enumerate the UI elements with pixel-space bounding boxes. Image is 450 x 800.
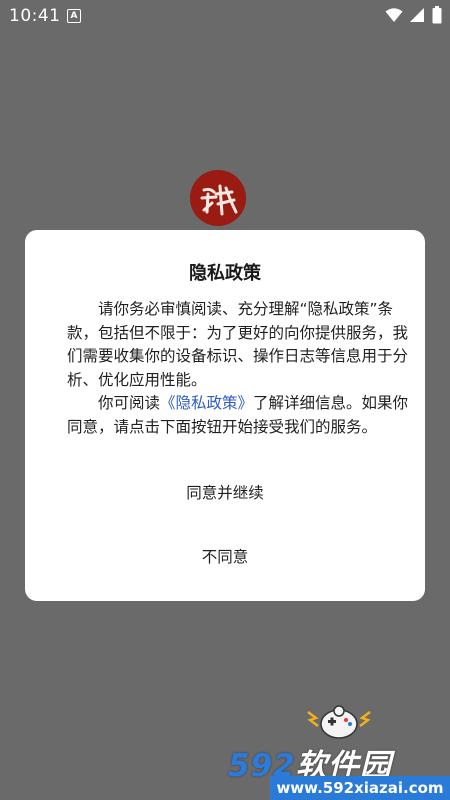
game-controller-mascot-icon <box>307 705 371 739</box>
dialog-body: 请你务必审慎阅读、充分理解“隐私政策”条款，包括但不限于：为了更好的向你提供服务… <box>67 298 412 439</box>
signal-icon <box>410 8 424 22</box>
status-bar: 10:41 A <box>0 0 450 34</box>
agree-button[interactable]: 同意并继续 <box>125 476 325 510</box>
app-logo-mark <box>190 170 246 226</box>
wifi-icon <box>385 8 403 22</box>
privacy-dialog: 隐私政策 请你务必审慎阅读、充分理解“隐私政策”条款，包括但不限于：为了更好的向… <box>25 230 425 601</box>
battery-icon <box>432 6 442 24</box>
privacy-policy-link[interactable]: 《隐私政策》 <box>160 394 253 412</box>
app-logo <box>190 170 246 226</box>
notification-a-icon: A <box>67 9 81 23</box>
screen: 10:41 A 隐私政策 请你务必审慎阅读、充分理解“隐私政策”条款，包括但不限… <box>0 0 450 800</box>
disagree-button[interactable]: 不同意 <box>125 540 325 574</box>
watermark-brand: 592软件园 <box>228 740 448 784</box>
watermark-url: www.592xiazai.com <box>270 776 450 800</box>
paragraph-2-before: 你可阅读 <box>98 394 161 412</box>
dialog-title: 隐私政策 <box>189 263 261 284</box>
dialog-paragraph-1: 请你务必审慎阅读、充分理解“隐私政策”条款，包括但不限于：为了更好的向你提供服务… <box>67 300 409 389</box>
dialog-paragraph-2: 你可阅读《隐私政策》了解详细信息。如果你同意，请点击下面按钮开始接受我们的服务。 <box>67 392 412 439</box>
site-watermark: 592软件园 www.592xiazai.com <box>228 700 450 800</box>
status-time: 10:41 <box>9 6 61 26</box>
